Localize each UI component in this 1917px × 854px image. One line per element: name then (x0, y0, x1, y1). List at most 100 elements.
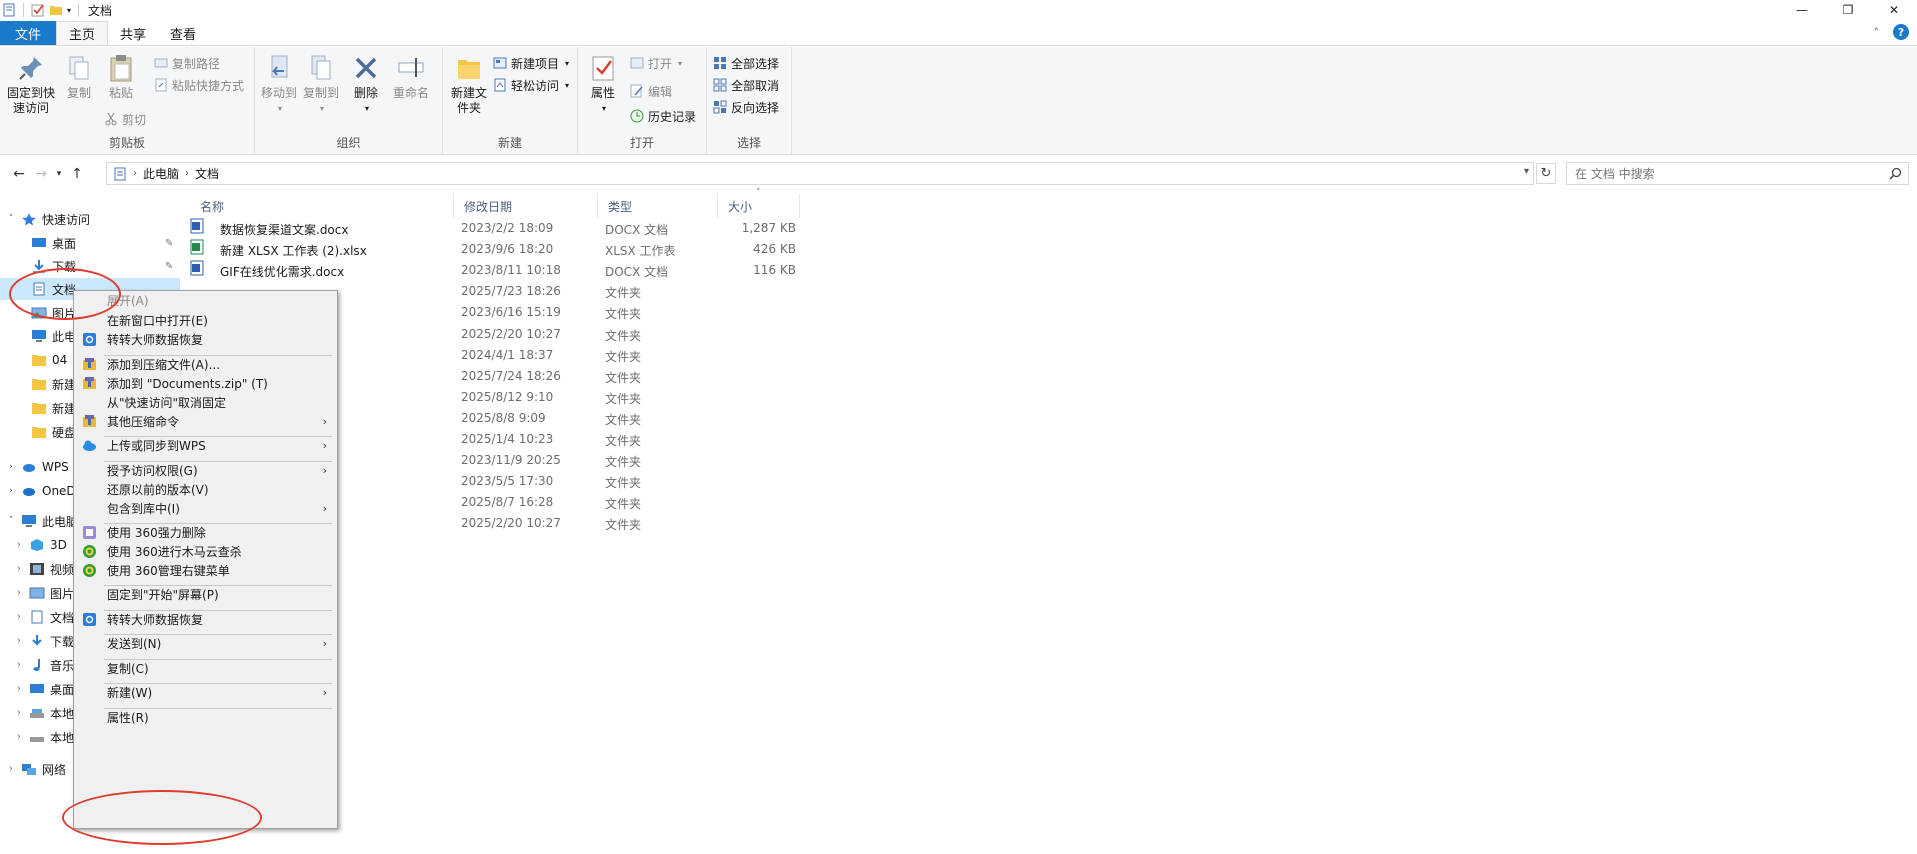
folder-icon[interactable] (49, 3, 63, 17)
select-none-button[interactable]: 全部取消 (713, 76, 779, 94)
close-button[interactable]: ✕ (1871, 0, 1917, 20)
properties-button[interactable]: 属性 ▾ (588, 53, 618, 116)
tab-home[interactable]: 主页 (56, 21, 109, 45)
new-folder-button[interactable]: 新建文件夹 (447, 53, 491, 116)
new-group-label: 新建 (497, 136, 522, 150)
up-arrow-icon[interactable]: ↑ (66, 163, 88, 185)
context-menu-item[interactable]: 新建(W) › (74, 681, 337, 704)
title-bar: ▾ 文档 — ❐ ✕ (0, 0, 1917, 20)
file-type: 文件夹 (605, 370, 642, 385)
file-date: 2024/4/1 18:37 (461, 347, 554, 362)
move-to-button[interactable]: 移动到 ▾ (261, 53, 297, 116)
context-menu-item-label: 授予访问权限(G) (107, 464, 198, 478)
tab-share[interactable]: 共享 (108, 21, 158, 45)
folder-icon (32, 355, 46, 366)
select-all-button[interactable]: 全部选择 (713, 54, 779, 72)
context-menu-item[interactable]: 使用 360管理右键菜单 (74, 559, 337, 582)
menu-separator (104, 708, 332, 709)
context-menu-item[interactable]: 属性(R) (74, 706, 337, 729)
context-menu-item[interactable]: 包含到库中(I) › (74, 497, 337, 520)
delete-button[interactable]: 删除 ▾ (351, 53, 381, 116)
refresh-icon[interactable]: ↻ (1536, 163, 1556, 184)
collapse-ribbon-icon[interactable]: ˄ (1874, 26, 1880, 39)
context-menu-item-label: 发送到(N) (107, 637, 162, 651)
breadcrumb-documents[interactable]: 文档 (195, 165, 219, 182)
chevron-down-icon: ▾ (364, 104, 369, 113)
paste-button[interactable]: 粘贴 (104, 53, 138, 101)
table-row[interactable]: GIF在线优化需求.docx 2023/8/11 10:18 DOCX 文档 116 … (190, 260, 800, 281)
context-menu-item-label: 转转大师数据恢复 (107, 613, 204, 627)
edit-button[interactable]: 编辑 (630, 82, 672, 100)
tab-file[interactable]: 文件 (0, 21, 56, 45)
chevron-down-icon: ˅ (8, 214, 14, 224)
chevron-right-icon: › (322, 637, 327, 650)
column-header-date[interactable]: 修改日期 (454, 194, 598, 218)
open-button[interactable]: 打开 ▾ (630, 54, 682, 72)
checklist-icon[interactable] (31, 3, 45, 17)
table-row[interactable]: 新建 XLSX 工作表 (2).xlsx 2023/9/6 18:20 XLSX 工… (190, 239, 800, 260)
history-clock-icon (630, 109, 644, 123)
nav-item-desktop[interactable]: 桌面 ✎ (0, 232, 180, 254)
copy-button[interactable]: 复制 (62, 53, 96, 101)
context-menu-item[interactable]: 上传或同步到WPS › (74, 434, 337, 457)
context-menu-item[interactable]: 其他压缩命令 › (74, 410, 337, 433)
quick-access-dropdown-icon[interactable]: ▾ (67, 6, 71, 15)
search-placeholder: 在 文档 中搜索 (1575, 167, 1655, 181)
shred-icon (83, 526, 96, 539)
context-menu-item[interactable]: 转转大师数据恢复 (74, 328, 337, 351)
maximize-button[interactable]: ❐ (1825, 0, 1871, 20)
nav-quick-access[interactable]: ˅ 快速访问 (6, 208, 176, 230)
desktop-icon (32, 238, 46, 247)
pin-icon[interactable]: ✎ (165, 238, 173, 249)
new-item-button[interactable]: 新建项目 ▾ (493, 54, 569, 72)
chevron-down-icon: ˅ (8, 516, 14, 526)
quick-access-toolbar: ▾ (0, 3, 82, 17)
folder-icon (32, 379, 46, 390)
cut-button[interactable]: 剪切 (104, 110, 146, 128)
menu-separator (104, 585, 332, 586)
context-menu-item-label: 其他压缩命令 (107, 415, 180, 429)
rename-icon (398, 58, 424, 77)
chevron-right-icon: › (322, 464, 327, 477)
context-menu-item[interactable]: 发送到(N) › (74, 632, 337, 655)
pin-icon[interactable]: ✎ (165, 261, 173, 272)
file-type: DOCX 文档 (605, 265, 669, 280)
context-menu-item[interactable]: 转转大师数据恢复 (74, 608, 337, 631)
help-icon[interactable]: ? (1893, 24, 1909, 40)
paste-shortcut-button[interactable]: 粘贴快捷方式 (154, 76, 244, 94)
tab-view[interactable]: 查看 (158, 21, 208, 45)
search-input[interactable]: 在 文档 中搜索 (1566, 162, 1909, 185)
recent-locations-chevron-icon[interactable]: ▾ (52, 163, 66, 185)
file-type: 文件夹 (605, 434, 642, 448)
minimize-button[interactable]: — (1779, 0, 1825, 20)
copy-path-button[interactable]: 复制路径 (154, 54, 220, 72)
menu-separator (104, 436, 332, 437)
pin-to-quick-access-button[interactable]: 固定到快速访问 (6, 53, 56, 116)
360-icon (83, 545, 96, 558)
file-size: 426 KB (753, 242, 796, 257)
column-header-name[interactable]: 名称 (190, 194, 454, 218)
address-dropdown-icon[interactable]: ▾ (1524, 166, 1529, 177)
drive-icon (30, 737, 44, 742)
file-name: 新建 XLSX 工作表 (2).xlsx (220, 244, 367, 259)
rename-button[interactable]: 重命名 (391, 53, 431, 101)
copy-to-button[interactable]: 复制到 ▾ (303, 53, 339, 116)
properties-doc-icon[interactable] (2, 3, 16, 17)
table-row[interactable]: 数据恢复渠道文案.docx 2023/2/2 18:09 DOCX 文档 1,287 … (190, 218, 800, 239)
context-menu-item[interactable]: 复制(C) (74, 657, 337, 680)
invert-selection-button[interactable]: 反向选择 (713, 98, 779, 116)
easy-access-button[interactable]: 轻松访问 ▾ (493, 76, 569, 94)
search-icon (1889, 167, 1902, 180)
column-header-type[interactable]: 类型 (598, 194, 718, 218)
breadcrumb-this-pc[interactable]: 此电脑 (143, 165, 179, 182)
context-menu-item[interactable]: 固定到"开始"屏幕(P) (74, 583, 337, 606)
back-arrow-icon[interactable]: ← (8, 163, 30, 185)
history-button[interactable]: 历史记录 (630, 107, 696, 125)
address-bar[interactable]: › 此电脑 › 文档 ▾ (106, 162, 1534, 185)
chevron-right-icon: › (17, 588, 21, 598)
forward-arrow-icon[interactable]: → (30, 163, 52, 185)
context-menu-item-label: 使用 360进行木马云查杀 (107, 545, 242, 559)
menu-separator (104, 355, 332, 356)
new-group: 新建文件夹 新建项目 ▾ 轻松访问 ▾ 新建 (443, 47, 578, 155)
file-date: 2025/1/4 10:23 (461, 432, 554, 446)
